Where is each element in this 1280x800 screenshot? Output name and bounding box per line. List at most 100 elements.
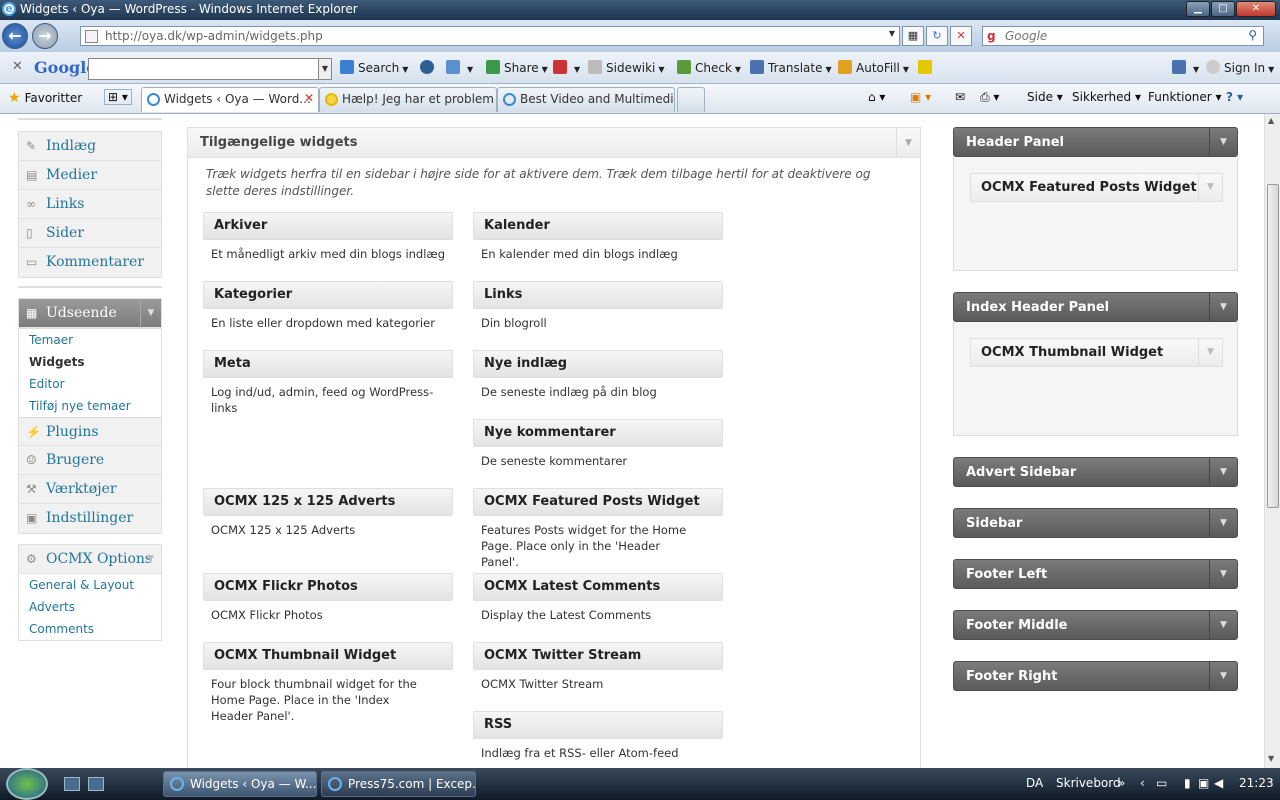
submenu-widgets[interactable]: Widgets xyxy=(19,351,161,373)
minimize-button[interactable]: ▁ xyxy=(1186,1,1210,17)
widget-links[interactable]: Links Din blogroll xyxy=(473,281,723,331)
tab-widgets[interactable]: Widgets ‹ Oya — Word... ✕ xyxy=(141,87,319,112)
sidebar-toggle-icon[interactable]: ▼ xyxy=(1209,611,1237,639)
widget-ocmx-twitter[interactable]: OCMX Twitter Stream OCMX Twitter Stream xyxy=(473,642,723,692)
sign-in-button[interactable]: Sign In ▼ xyxy=(1206,60,1274,75)
sidebar-header[interactable]: Sidebar ▼ xyxy=(953,508,1238,538)
print-icon[interactable]: ⎙ ▾ xyxy=(980,90,999,105)
toolbar-translate-button[interactable]: Translate ▼ xyxy=(750,60,832,75)
sidebar-widget[interactable]: OCMX Featured Posts Widget ▼ xyxy=(970,173,1223,202)
tray-connection-icon[interactable]: ▣ xyxy=(1198,776,1209,790)
rss-feed-icon[interactable]: ▣ ▾ xyxy=(910,90,931,104)
tray-volume-icon[interactable]: ◀ xyxy=(1214,776,1223,790)
submenu-general-layout[interactable]: General & Layout xyxy=(19,574,161,596)
sidebar-header[interactable]: Footer Middle ▼ xyxy=(953,610,1238,640)
menu-toggle-icon[interactable]: ▼ xyxy=(140,299,161,328)
tab-help[interactable]: Hælp! Jeg har et problem ... xyxy=(319,87,497,112)
panel-toggle-icon[interactable]: ▼ xyxy=(896,128,920,158)
widget-categories[interactable]: Kategorier En liste eller dropdown med ka… xyxy=(203,281,453,331)
widget-meta[interactable]: Meta Log ind/ud, admin, feed og WordPress… xyxy=(203,350,453,416)
toolbar-check-button[interactable]: Check ▼ xyxy=(677,60,741,75)
google-search-field[interactable] xyxy=(88,58,320,80)
quick-tabs-button[interactable]: ⊞ ▾ xyxy=(104,89,132,105)
menu-item-ocmx-options[interactable]: ⚙ OCMX Options ▼ xyxy=(19,545,161,574)
widget-toggle-icon[interactable]: ▼ xyxy=(1198,174,1222,201)
compat-view-icon[interactable]: ▦ xyxy=(902,26,924,46)
tray-battery-icon[interactable]: ▮ xyxy=(1184,776,1191,790)
menu-item-pages[interactable]: ▯ Sider xyxy=(19,219,161,248)
menu-item-tools[interactable]: ⚒ Værktøjer xyxy=(19,475,161,504)
menu-item-media[interactable]: ▤ Medier xyxy=(19,161,161,190)
taskbar-button-widgets[interactable]: Widgets ‹ Oya — W... xyxy=(163,771,317,797)
sidebar-header[interactable]: Footer Left ▼ xyxy=(953,559,1238,589)
submenu-comments[interactable]: Comments xyxy=(19,618,161,640)
submenu-themes[interactable]: Temaer xyxy=(19,329,161,351)
submenu-editor[interactable]: Editor xyxy=(19,373,161,395)
tray-arrow-icon[interactable]: ‹ xyxy=(1140,776,1145,790)
address-dropdown-icon[interactable]: ▼ xyxy=(889,29,895,38)
google-search-dropdown[interactable]: ▼ xyxy=(318,58,332,80)
toolbar-search-button[interactable]: Search ▼ xyxy=(340,60,408,75)
submenu-add-themes[interactable]: Tilføj nye temaer xyxy=(19,395,161,417)
sidebar-toggle-icon[interactable]: ▼ xyxy=(1209,293,1237,321)
widget-recent-posts[interactable]: Nye indlæg De seneste indlæg på din blog xyxy=(473,350,723,400)
widget-toggle-icon[interactable]: ▼ xyxy=(1198,339,1222,366)
toolbar-close-icon[interactable]: ✕ xyxy=(12,59,23,74)
widget-ocmx-thumbnail[interactable]: OCMX Thumbnail Widget Four block thumbnai… xyxy=(203,642,453,724)
toolbar-plus-button[interactable]: ▼ xyxy=(446,60,473,75)
highlight-icon[interactable] xyxy=(918,60,936,75)
close-button[interactable]: ✕ xyxy=(1236,1,1276,17)
start-button[interactable] xyxy=(6,768,48,800)
scroll-up-icon[interactable]: ▲ xyxy=(1268,116,1274,125)
widget-recent-comments[interactable]: Nye kommentarer De seneste kommentarer xyxy=(473,419,723,469)
search-input[interactable] xyxy=(1005,28,1235,44)
sidebar-widget[interactable]: OCMX Thumbnail Widget ▼ xyxy=(970,338,1223,367)
help-icon[interactable]: ? ▾ xyxy=(1226,90,1243,104)
refresh-icon[interactable]: ↻ xyxy=(926,26,948,46)
tray-network-icon[interactable]: ▭ xyxy=(1156,776,1167,790)
menu-toggle-icon[interactable]: ▼ xyxy=(140,545,161,574)
search-icon[interactable]: ⚲ xyxy=(1248,28,1257,42)
sidebar-toggle-icon[interactable]: ▼ xyxy=(1209,560,1237,588)
back-button[interactable]: ← xyxy=(2,23,28,49)
page-scrollbar[interactable]: ▲ ▼ xyxy=(1264,114,1280,768)
taskbar-button-press75[interactable]: Press75.com | Excep... xyxy=(321,771,476,797)
sidebar-toggle-icon[interactable]: ▼ xyxy=(1209,458,1237,486)
widget-ocmx-latest-comments[interactable]: OCMX Latest Comments Display the Latest C… xyxy=(473,573,723,623)
widget-archives[interactable]: Arkiver Et månedligt arkiv med din blogs … xyxy=(203,212,453,262)
toolbar-sidewiki-button[interactable]: Sidewiki ▼ xyxy=(588,60,665,75)
menu-item-links[interactable]: ∞ Links xyxy=(19,190,161,219)
sidebar-toggle-icon[interactable]: ▼ xyxy=(1209,662,1237,690)
sidebar-header[interactable]: Index Header Panel ▼ xyxy=(953,292,1238,322)
sidebar-toggle-icon[interactable]: ▼ xyxy=(1209,128,1237,156)
safety-menu[interactable]: Sikkerhed ▾ xyxy=(1072,90,1141,104)
tab-close-icon[interactable]: ✕ xyxy=(304,91,314,105)
switch-windows-icon[interactable] xyxy=(88,777,104,791)
menu-item-appearance[interactable]: ▦ Udseende ▼ xyxy=(19,299,161,328)
menu-item-posts[interactable]: ✎ Indlæg xyxy=(19,132,161,161)
scroll-down-icon[interactable]: ▼ xyxy=(1268,754,1274,763)
toolbar-expand-icon[interactable]: » xyxy=(1118,776,1125,790)
mail-icon[interactable]: ✉ xyxy=(955,90,965,104)
menu-item-users[interactable]: ☺ Brugere xyxy=(19,446,161,475)
favorites-button[interactable]: ★ Favoritter xyxy=(8,90,82,106)
address-url[interactable]: http://oya.dk/wp-admin/widgets.php xyxy=(105,29,323,43)
forward-button[interactable]: → xyxy=(32,23,58,49)
page-menu[interactable]: Side ▾ xyxy=(1027,90,1063,104)
show-desktop-icon[interactable] xyxy=(64,777,80,791)
home-icon[interactable]: ⌂ ▾ xyxy=(868,90,885,104)
sidebar-header[interactable]: Advert Sidebar ▼ xyxy=(953,457,1238,487)
stop-icon[interactable]: ✕ xyxy=(950,26,972,46)
toolbar-globe-icon[interactable] xyxy=(420,60,438,75)
address-bar[interactable]: http://oya.dk/wp-admin/widgets.php ▼ xyxy=(80,26,900,46)
clock[interactable]: 21:23 xyxy=(1239,776,1274,790)
widget-ocmx-flickr[interactable]: OCMX Flickr Photos OCMX Flickr Photos xyxy=(203,573,453,623)
menu-item-plugins[interactable]: ⚡ Plugins xyxy=(19,417,161,446)
toolbar-blocker-button[interactable]: ▼ xyxy=(553,60,580,75)
search-box[interactable]: g ⚲ xyxy=(982,26,1264,46)
widget-ocmx-featured-posts[interactable]: OCMX Featured Posts Widget Features Posts… xyxy=(473,488,723,570)
language-indicator[interactable]: DA xyxy=(1026,776,1043,790)
sidebar-header[interactable]: Header Panel ▼ xyxy=(953,127,1238,157)
menu-item-settings[interactable]: ▣ Indstillinger xyxy=(19,504,161,533)
widget-rss[interactable]: RSS Indlæg fra et RSS- eller Atom-feed xyxy=(473,711,723,761)
